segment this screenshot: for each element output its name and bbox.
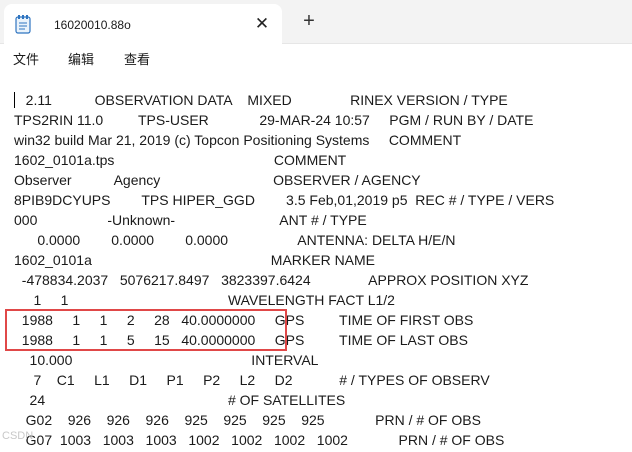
text-line: 8PIB9DCYUPS TPS HIPER_GGD 3.5 Feb,01,201… bbox=[14, 192, 555, 208]
text-line: G07 1003 1003 1003 1002 1002 1002 1002 P… bbox=[14, 432, 505, 448]
plus-icon[interactable]: + bbox=[296, 8, 322, 34]
text-line: 2.11 OBSERVATION DATA MIXED RINEX VERSIO… bbox=[14, 92, 508, 108]
text-line: 0.0000 0.0000 0.0000 ANTENNA: DELTA H/E/… bbox=[14, 232, 456, 248]
text-line: 1 1 WAVELENGTH FACT L1/2 bbox=[14, 292, 395, 308]
tab-title: 16020010.88o bbox=[54, 18, 131, 32]
tab-active[interactable]: 16020010.88o ✕ bbox=[4, 4, 282, 44]
notepad-icon bbox=[14, 14, 32, 34]
text-line: Observer Agency OBSERVER / AGENCY bbox=[14, 172, 421, 188]
text-line: 10.000 INTERVAL bbox=[14, 352, 319, 368]
text-editor[interactable]: 2.11 OBSERVATION DATA MIXED RINEX VERSIO… bbox=[0, 72, 632, 452]
text-line: 7 C1 L1 D1 P1 P2 L2 D2 # / TYPES OF OBSE… bbox=[14, 372, 490, 388]
text-line: G02 926 926 926 925 925 925 925 PRN / # … bbox=[14, 412, 481, 428]
tab-bar: 16020010.88o ✕ + bbox=[0, 0, 632, 44]
close-icon[interactable]: ✕ bbox=[250, 12, 274, 36]
text-line: 1602_0101a MARKER NAME bbox=[14, 252, 376, 268]
menu-bar: 文件 编辑 查看 bbox=[0, 44, 632, 72]
text-line: -478834.2037 5076217.8497 3823397.6424 A… bbox=[14, 272, 529, 288]
menu-view[interactable]: 查看 bbox=[124, 49, 150, 68]
highlight-box bbox=[5, 309, 287, 351]
text-line: TPS2RIN 11.0 TPS-USER 29-MAR-24 10:57 PG… bbox=[14, 112, 534, 128]
menu-edit[interactable]: 编辑 bbox=[68, 49, 94, 68]
text-line: 24 # OF SATELLITES bbox=[14, 392, 346, 408]
text-line: 000 -Unknown- ANT # / TYPE bbox=[14, 212, 367, 228]
watermark: CSDN bbox=[2, 430, 34, 442]
text-line: win32 build Mar 21, 2019 (c) Topcon Posi… bbox=[14, 132, 462, 148]
menu-file[interactable]: 文件 bbox=[13, 49, 39, 68]
text-line: 1602_0101a.tps COMMENT bbox=[14, 152, 347, 168]
